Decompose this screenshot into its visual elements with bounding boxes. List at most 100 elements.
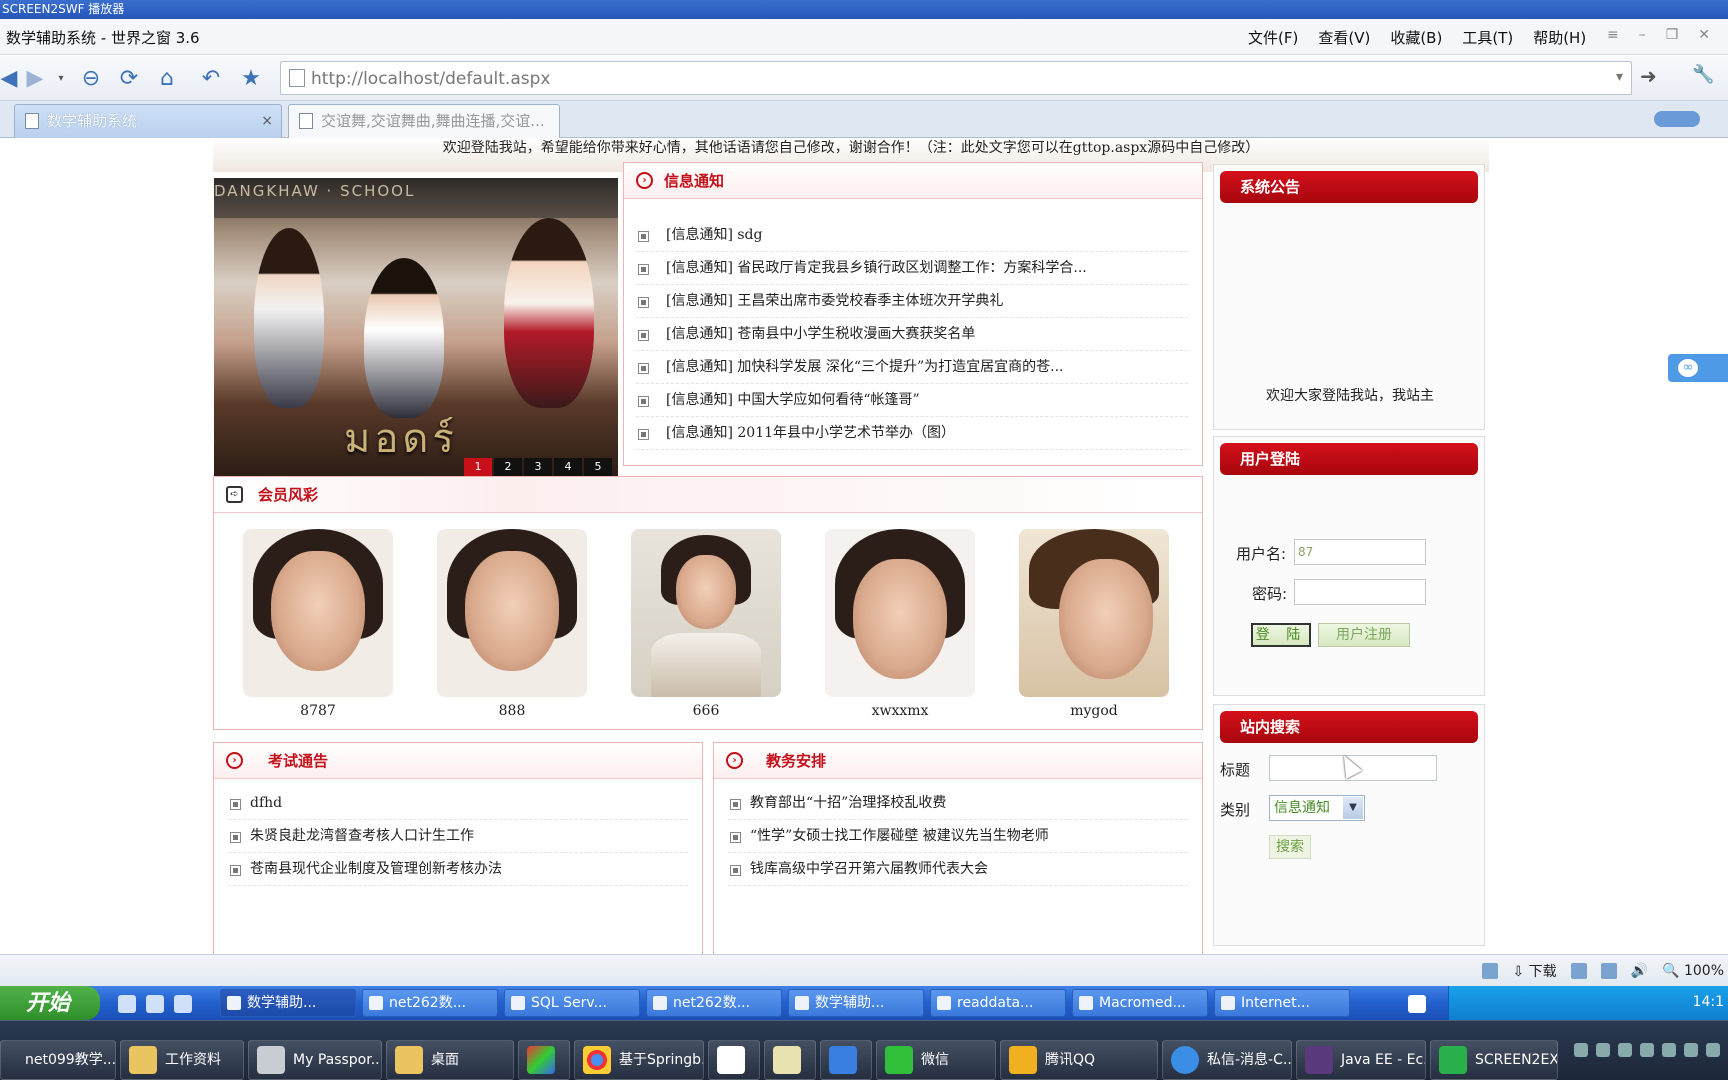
taskbar-item[interactable] bbox=[820, 1040, 872, 1080]
favorite-star-icon[interactable]: ★ bbox=[236, 63, 266, 93]
taskbar-item[interactable]: 数学辅助... bbox=[220, 989, 356, 1017]
member-photo[interactable] bbox=[1019, 529, 1169, 697]
minimize-icon[interactable]: – bbox=[1639, 27, 1646, 43]
slide-page-5[interactable]: 5 bbox=[584, 458, 612, 476]
history-dropdown-icon[interactable]: ▾ bbox=[46, 63, 76, 93]
refresh-icon[interactable]: ⟳ bbox=[114, 63, 144, 93]
member-name[interactable]: 8787 bbox=[243, 703, 393, 719]
notice-item[interactable]: [信息通知] 省民政厅肯定我县乡镇行政区划调整工作：方案科学合... bbox=[636, 252, 1188, 285]
tray-icon[interactable] bbox=[1618, 1043, 1632, 1057]
notice-item[interactable]: [信息通知] 2011年县中小学艺术节举办（图） bbox=[636, 417, 1188, 450]
clock[interactable]: 14:1 bbox=[1693, 994, 1724, 1010]
menu-favorites[interactable]: 收藏(B) bbox=[1390, 27, 1442, 48]
status-icon[interactable] bbox=[1600, 963, 1617, 979]
member-name[interactable]: mygod bbox=[1019, 703, 1169, 719]
taskbar-item[interactable] bbox=[518, 1040, 570, 1080]
restore-icon[interactable]: ❐ bbox=[1666, 27, 1679, 43]
status-icon[interactable] bbox=[1570, 963, 1587, 979]
taskbar-item[interactable]: net099教学... bbox=[0, 1040, 116, 1080]
taskbar-item[interactable]: SCREEN2EX... bbox=[1430, 1040, 1558, 1080]
taskbar-item[interactable]: 数学辅助... bbox=[788, 989, 924, 1017]
go-icon[interactable]: ➜ bbox=[1640, 64, 1657, 88]
exam-item[interactable]: 朱贤良赴龙湾督查考核人口计生工作 bbox=[228, 820, 688, 853]
slide-page-4[interactable]: 4 bbox=[554, 458, 582, 476]
member-name[interactable]: 888 bbox=[437, 703, 587, 719]
member-card[interactable]: 8787 bbox=[243, 529, 393, 719]
member-name[interactable]: xwxxmx bbox=[825, 703, 975, 719]
affairs-item[interactable]: “性学”女硕士找工作屡碰壁 被建议先当生物老师 bbox=[728, 820, 1188, 853]
notice-item[interactable]: [信息通知] 加快科学发展 深化“三个提升”为打造宜居宜商的苍... bbox=[636, 351, 1188, 384]
menu-help[interactable]: 帮助(H) bbox=[1533, 27, 1586, 48]
notice-item[interactable]: [信息通知] sdg bbox=[636, 219, 1188, 252]
member-card[interactable]: 888 bbox=[437, 529, 587, 719]
taskbar-item[interactable]: 腾讯QQ bbox=[1000, 1040, 1158, 1080]
taskbar-item[interactable]: Internet... bbox=[1214, 989, 1350, 1017]
tab-active[interactable]: 数学辅助系统 × bbox=[14, 104, 282, 138]
taskbar-item[interactable]: readdata... bbox=[930, 989, 1066, 1017]
tab-scroll-icon[interactable] bbox=[1654, 111, 1700, 127]
tray-icon[interactable] bbox=[1640, 1043, 1654, 1057]
taskbar-item[interactable] bbox=[764, 1040, 816, 1080]
quicklaunch-ie-icon[interactable] bbox=[118, 995, 136, 1013]
member-name[interactable]: 666 bbox=[631, 703, 781, 719]
taskbar-item[interactable]: 桌面 bbox=[386, 1040, 514, 1080]
member-photo[interactable] bbox=[243, 529, 393, 697]
exam-item[interactable]: dfhd bbox=[228, 787, 688, 820]
search-button[interactable]: 搜索 bbox=[1269, 835, 1311, 859]
member-photo[interactable] bbox=[437, 529, 587, 697]
quicklaunch-icon[interactable] bbox=[174, 995, 192, 1013]
tab-close-icon[interactable]: × bbox=[261, 105, 273, 137]
menu-view[interactable]: 查看(V) bbox=[1318, 27, 1370, 48]
member-card[interactable]: xwxxmx bbox=[825, 529, 975, 719]
login-button[interactable]: 登 陆 bbox=[1251, 623, 1311, 647]
member-photo[interactable] bbox=[631, 529, 781, 697]
close-window-icon[interactable]: ✕ bbox=[1698, 27, 1710, 43]
taskbar-item[interactable]: SQL Serv... bbox=[504, 989, 640, 1017]
member-card[interactable]: 666 bbox=[631, 529, 781, 719]
tray-icon[interactable] bbox=[1574, 1043, 1588, 1057]
menu-file[interactable]: 文件(F) bbox=[1248, 27, 1298, 48]
password-input[interactable] bbox=[1294, 579, 1426, 605]
tray-icon[interactable] bbox=[1662, 1043, 1676, 1057]
taskbar-item[interactable]: 私信-消息-C... bbox=[1162, 1040, 1292, 1080]
taskbar-item[interactable]: net262数... bbox=[646, 989, 782, 1017]
notice-item[interactable]: [信息通知] 中国大学应如何看待“帐篷哥” bbox=[636, 384, 1188, 417]
slide-page-1[interactable]: 1 bbox=[464, 458, 492, 476]
exam-item[interactable]: 苍南县现代企业制度及管理创新考核办法 bbox=[228, 853, 688, 886]
start-button[interactable]: 开始 bbox=[0, 986, 100, 1020]
menu-tools[interactable]: 工具(T) bbox=[1462, 27, 1513, 48]
taskbar-item[interactable]: 微信 bbox=[876, 1040, 996, 1080]
status-icon[interactable] bbox=[1482, 963, 1499, 979]
tray-icon[interactable] bbox=[1596, 1043, 1610, 1057]
volume-icon[interactable]: 🔊 bbox=[1631, 963, 1648, 979]
home-icon[interactable]: ⌂ bbox=[152, 63, 182, 93]
affairs-item[interactable]: 教育部出“十招”治理择校乱收费 bbox=[728, 787, 1188, 820]
share-float-button[interactable]: ∞ bbox=[1668, 354, 1728, 382]
address-url[interactable]: http://localhost/default.aspx bbox=[311, 69, 550, 89]
register-button[interactable]: 用户注册 bbox=[1318, 623, 1410, 647]
taskbar-item[interactable]: Macromed... bbox=[1072, 989, 1208, 1017]
tab-inactive[interactable]: 交谊舞,交谊舞曲,舞曲连播,交谊... bbox=[288, 104, 560, 138]
tray-icon[interactable] bbox=[1706, 1043, 1720, 1057]
slide-page-2[interactable]: 2 bbox=[494, 458, 522, 476]
download-status[interactable]: ⇩ 下载 bbox=[1512, 961, 1556, 981]
tools-wrench-icon[interactable]: 🔧 bbox=[1692, 64, 1714, 85]
member-card[interactable]: mygod bbox=[1019, 529, 1169, 719]
slideshow-image[interactable]: DANGKHAW · SCHOOL มอดร์ 1 2 3 4 5 bbox=[214, 178, 618, 478]
notice-item[interactable]: [信息通知] 苍南县中小学生税收漫画大赛获奖名单 bbox=[636, 318, 1188, 351]
menu-toggle-icon[interactable]: ≡ bbox=[1607, 27, 1619, 43]
taskbar-item[interactable] bbox=[708, 1040, 760, 1080]
taskbar-item[interactable]: net262数... bbox=[362, 989, 498, 1017]
username-input[interactable]: 87 bbox=[1294, 539, 1426, 565]
taskbar-item[interactable]: 工作资料 bbox=[120, 1040, 244, 1080]
quicklaunch-icon[interactable] bbox=[146, 995, 164, 1013]
keyboard-icon[interactable] bbox=[1408, 995, 1426, 1013]
notice-item[interactable]: [信息通知] 王昌荣出席市委党校春季主体班次开学典礼 bbox=[636, 285, 1188, 318]
stop-icon[interactable]: ⊖ bbox=[76, 63, 106, 93]
member-photo[interactable] bbox=[825, 529, 975, 697]
undo-close-icon[interactable]: ↶ bbox=[196, 63, 226, 93]
affairs-item[interactable]: 钱库高级中学召开第六届教师代表大会 bbox=[728, 853, 1188, 886]
tray-icon[interactable] bbox=[1684, 1043, 1698, 1057]
taskbar-item[interactable]: Java EE - Ec... bbox=[1296, 1040, 1426, 1080]
taskbar-item[interactable]: 基于Springb... bbox=[574, 1040, 704, 1080]
